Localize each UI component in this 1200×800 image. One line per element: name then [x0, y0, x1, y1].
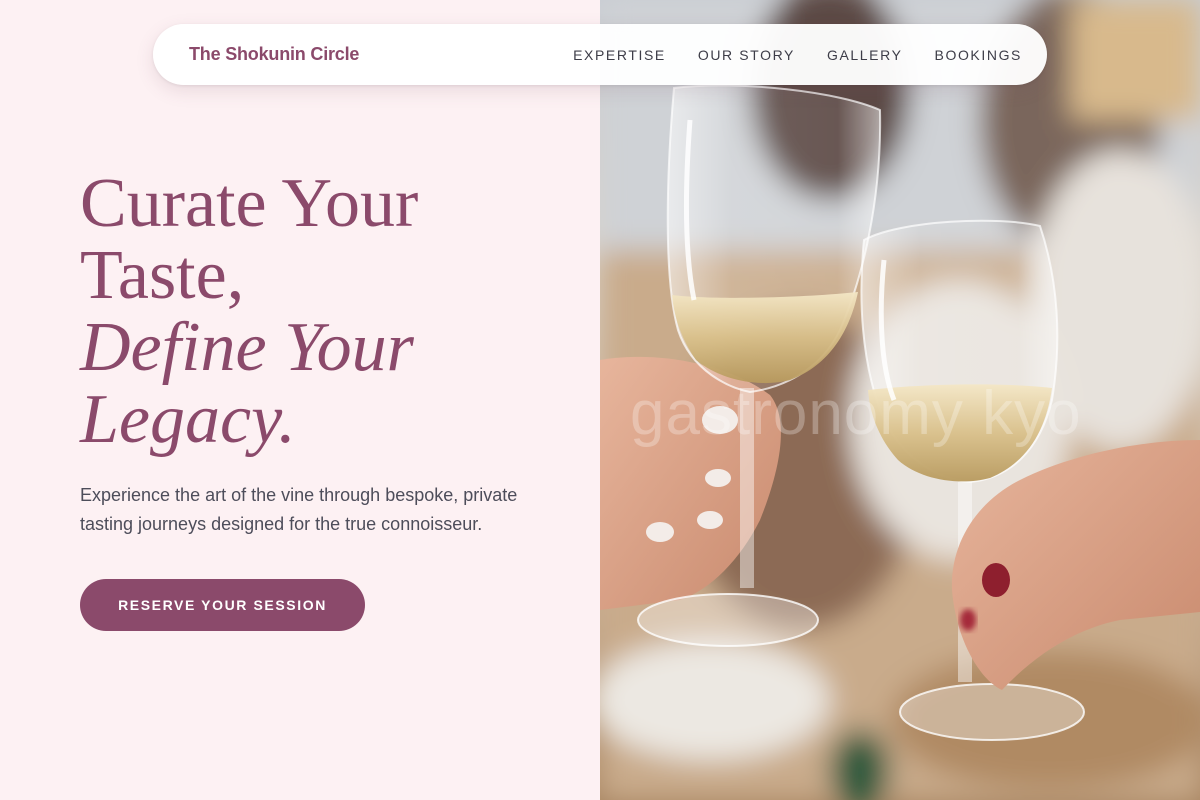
nav-links: EXPERTISE OUR STORY GALLERY BOOKINGS [541, 47, 1022, 63]
brand-logo[interactable]: The Shokunin Circle [189, 44, 359, 65]
hero-photo: gastronomy kyo [600, 0, 1200, 800]
hero-title-line-1: Curate Your [80, 165, 419, 242]
hero-section: Curate Your Taste, Define Your Legacy. E… [0, 0, 600, 800]
top-navbar: The Shokunin Circle EXPERTISE OUR STORY … [153, 24, 1047, 85]
nav-link-expertise[interactable]: EXPERTISE [573, 47, 666, 63]
hero-title-italic-line-2: Legacy. [80, 381, 296, 458]
nav-link-bookings[interactable]: BOOKINGS [935, 47, 1022, 63]
hero-title-line-2: Taste, [80, 237, 245, 314]
hero-subtitle: Experience the art of the vine through b… [80, 485, 518, 534]
hero-title: Curate Your Taste, Define Your Legacy. [80, 168, 580, 456]
nav-link-gallery[interactable]: GALLERY [827, 47, 903, 63]
nav-link-our-story[interactable]: OUR STORY [698, 47, 795, 63]
photo-watermark: gastronomy kyo [630, 379, 1082, 448]
hero-title-italic-line-1: Define Your [80, 309, 414, 386]
reserve-session-button[interactable]: RESERVE YOUR SESSION [80, 579, 365, 631]
